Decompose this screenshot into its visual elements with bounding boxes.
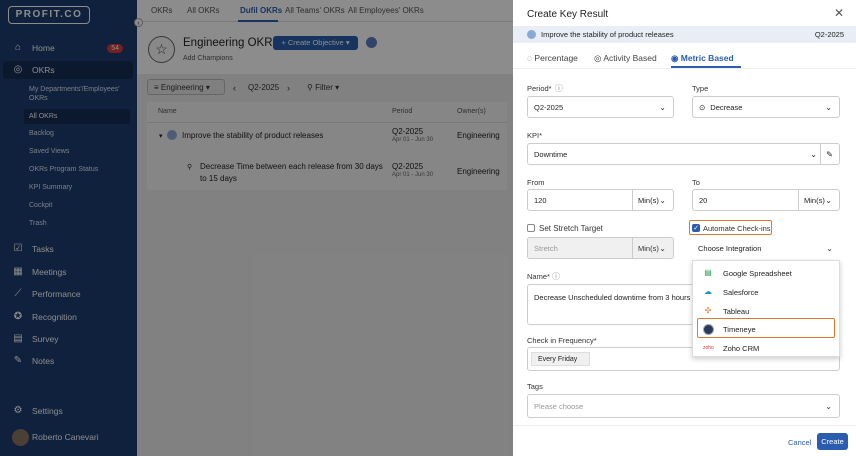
- type-select[interactable]: ⊙ Decrease ⌄: [692, 96, 840, 118]
- create-key-result-panel: Create Key Result ✕ Improve the stabilit…: [513, 0, 856, 456]
- automate-checkin-highlight: [689, 220, 772, 235]
- integration-select[interactable]: Choose Integration ⌄: [692, 237, 840, 259]
- tab-label: Activity Based: [603, 53, 657, 63]
- tab-percentage[interactable]: ◌ Percentage: [527, 53, 578, 63]
- from-unit-select[interactable]: Min(s): [638, 196, 659, 205]
- separator: [798, 190, 799, 210]
- period-label: Period*: [527, 84, 552, 93]
- objective-title: Improve the stability of product release…: [541, 30, 674, 39]
- separator: [820, 144, 821, 164]
- integration-label: Choose Integration: [698, 243, 762, 253]
- to-label: To: [692, 178, 700, 187]
- tab-label: Percentage: [534, 53, 578, 63]
- kpi-label: KPI*: [527, 131, 543, 140]
- panel-title: Create Key Result: [527, 9, 609, 20]
- integration-menu: ▤ Google Spreadsheet ☁ Salesforce ✣ Tableau…: [692, 260, 840, 357]
- stretch-placeholder: Stretch: [534, 243, 558, 253]
- from-input[interactable]: 120 Min(s) ⌄: [527, 189, 674, 211]
- objective-bar: Improve the stability of product release…: [513, 26, 856, 43]
- type-label: Type: [692, 84, 709, 93]
- arrow-down-circle-icon: ⊙: [699, 102, 706, 112]
- chevron-down-icon: ⌄: [659, 195, 666, 205]
- objective-period: Q2-2025: [814, 30, 844, 39]
- integration-label: Salesforce: [723, 288, 759, 297]
- chevron-down-icon: ⌄: [825, 102, 832, 112]
- stretch-checkbox[interactable]: [527, 224, 535, 232]
- tags-select[interactable]: Please choose ⌄: [527, 394, 840, 418]
- integration-label: Google Spreadsheet: [723, 269, 792, 278]
- kpi-select[interactable]: Downtime ⌄ ✎: [527, 143, 840, 165]
- objective-icon: [527, 30, 536, 39]
- checkin-label: Check in Frequency*: [527, 336, 597, 345]
- separator: [632, 238, 633, 258]
- integration-label: Tableau: [723, 307, 750, 316]
- close-icon[interactable]: ✕: [834, 6, 844, 20]
- checkin-frequency-chip[interactable]: Every Friday: [531, 352, 590, 366]
- period-value: Q2-2025: [534, 102, 564, 112]
- to-unit-select[interactable]: Min(s): [804, 196, 825, 205]
- integration-google-spreadsheet[interactable]: ▤ Google Spreadsheet: [693, 264, 841, 282]
- chevron-down-icon: ⌄: [825, 401, 832, 411]
- stretch-unit-select[interactable]: Min(s): [638, 244, 659, 253]
- zoho-icon: zoho: [703, 345, 714, 351]
- to-value: 20: [699, 195, 708, 205]
- name-label: Name*: [527, 272, 550, 281]
- tab-metric-based[interactable]: ◉ Metric Based: [671, 53, 734, 64]
- cancel-button[interactable]: Cancel: [788, 438, 811, 447]
- stretch-label: Set Stretch Target: [539, 224, 603, 233]
- from-value: 120: [534, 195, 547, 205]
- chevron-down-icon: ⌄: [659, 243, 666, 253]
- chevron-down-icon: ⌄: [810, 149, 817, 159]
- integration-zoho-crm[interactable]: zoho Zoho CRM: [693, 339, 841, 357]
- chevron-down-icon: ⌄: [826, 243, 833, 253]
- tab-label: Metric Based: [680, 53, 734, 63]
- help-icon[interactable]: ⓘ: [552, 271, 560, 282]
- integration-label: Zoho CRM: [723, 344, 760, 353]
- to-input[interactable]: 20 Min(s) ⌄: [692, 189, 840, 211]
- separator: [632, 190, 633, 210]
- metric-icon: ◉: [671, 53, 681, 63]
- help-icon[interactable]: ⓘ: [555, 83, 563, 94]
- chevron-down-icon: ⌄: [659, 102, 666, 112]
- divider: [513, 68, 856, 69]
- timeneye-highlight: [697, 318, 835, 338]
- period-select[interactable]: Q2-2025 ⌄: [527, 96, 674, 118]
- tags-placeholder: Please choose: [534, 401, 584, 411]
- salesforce-icon: ☁: [704, 287, 712, 296]
- from-label: From: [527, 178, 545, 187]
- tableau-icon: ✣: [704, 306, 712, 315]
- integration-salesforce[interactable]: ☁ Salesforce: [693, 283, 841, 301]
- footer-divider: [513, 425, 856, 426]
- kpi-value: Downtime: [534, 149, 568, 159]
- google-sheets-icon: ▤: [704, 268, 712, 277]
- stretch-input[interactable]: Stretch Min(s) ⌄: [527, 237, 674, 259]
- tab-activity-based[interactable]: ◎ Activity Based: [594, 53, 657, 64]
- name-value: Decrease Unscheduled downtime from 3 hou…: [534, 293, 705, 302]
- type-value: Decrease: [710, 102, 743, 112]
- modal-overlay[interactable]: [0, 0, 513, 456]
- chevron-down-icon: ⌄: [825, 195, 832, 205]
- activity-icon: ◎: [594, 53, 604, 63]
- tags-label: Tags: [527, 382, 543, 391]
- edit-icon[interactable]: ✎: [826, 150, 833, 159]
- create-button[interactable]: Create: [817, 433, 848, 450]
